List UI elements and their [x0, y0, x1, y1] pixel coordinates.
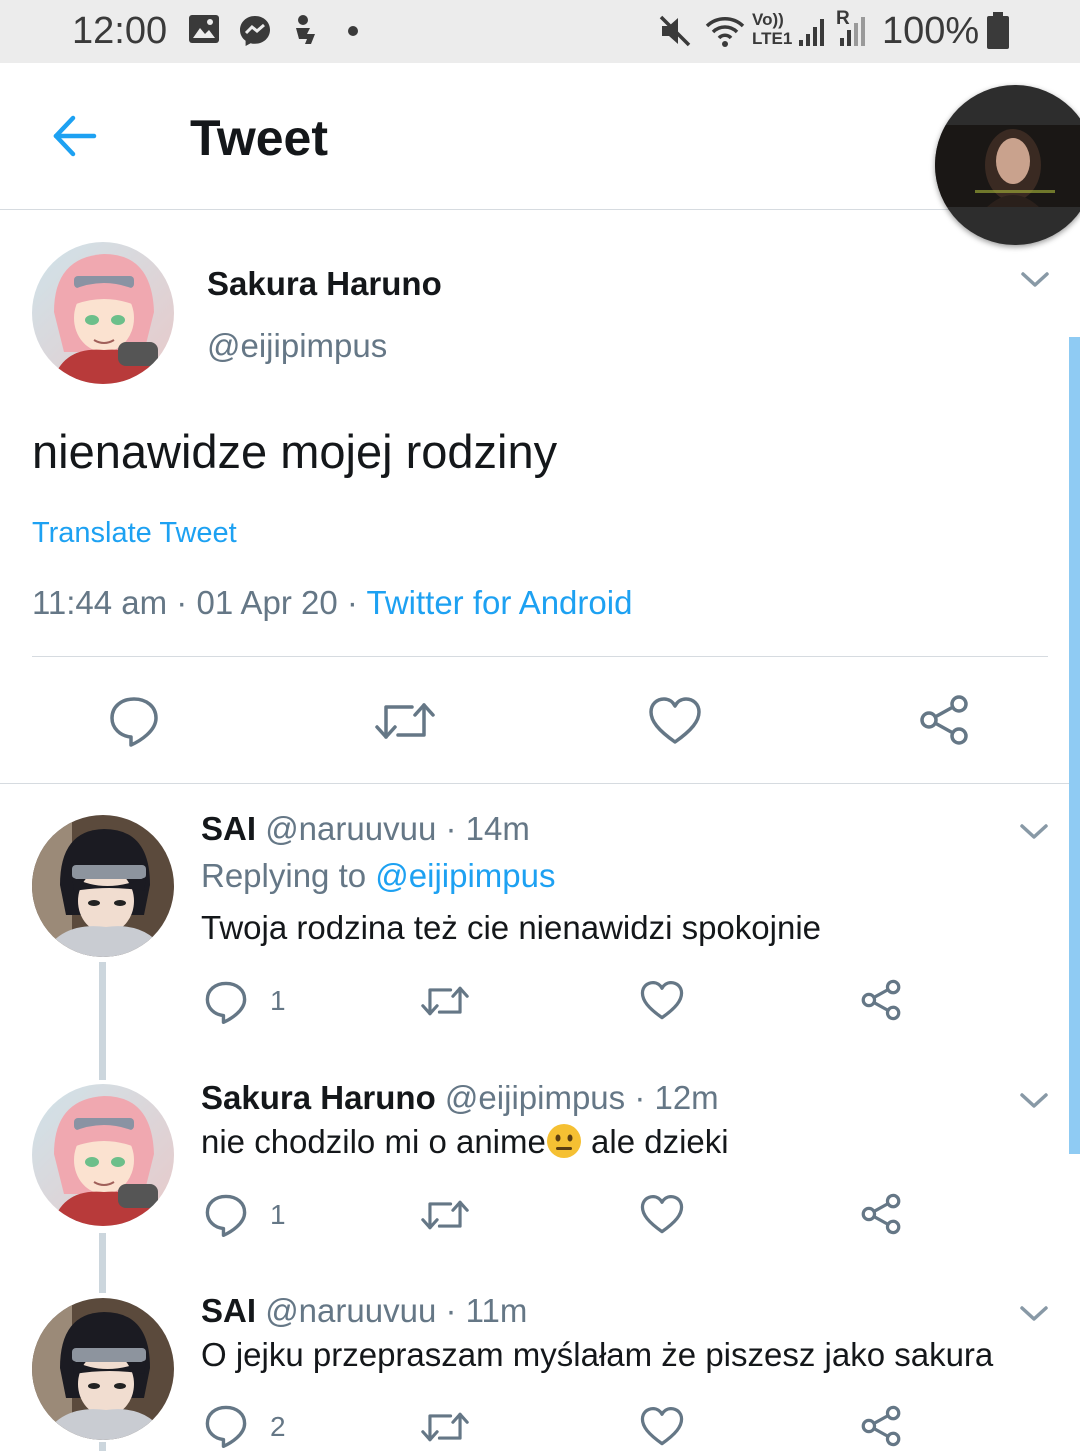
reply-count: 1: [270, 985, 286, 1016]
reply-button[interactable]: [108, 695, 160, 752]
video-thumbnail: [935, 125, 1080, 207]
sakura-avatar-image: [32, 242, 174, 384]
reply-header: SAI @naruuvuu · 11m: [201, 1292, 527, 1330]
share-button[interactable]: [918, 694, 970, 751]
dot-icon: [347, 24, 359, 42]
retweet-button[interactable]: [420, 982, 470, 1025]
share-icon: [861, 979, 901, 1021]
reply-author-name[interactable]: SAI: [201, 810, 256, 847]
retweet-button[interactable]: [374, 697, 436, 750]
video-call-bubble[interactable]: [935, 85, 1080, 245]
like-button[interactable]: [640, 1406, 684, 1452]
avatar[interactable]: [32, 1298, 174, 1440]
reply-icon: [205, 981, 247, 1024]
page-title: Tweet: [190, 110, 328, 166]
arrow-left-icon: [53, 115, 97, 157]
reply-count: 1: [270, 1199, 286, 1230]
chevron-down-icon: [1020, 1306, 1048, 1321]
reply-options-button[interactable]: [1019, 1304, 1049, 1329]
divider: [32, 656, 1048, 657]
reply-options-button[interactable]: [1019, 822, 1049, 847]
reply-header: Sakura Haruno @eijipimpus · 12m: [201, 1079, 719, 1117]
battery-percent: 100%: [882, 10, 980, 52]
tweet-text: nienawidze mojej rodziny: [32, 425, 558, 478]
messenger-icon: [238, 14, 272, 53]
reply-author-name[interactable]: SAI: [201, 1292, 256, 1329]
neutral-face-emoji-icon: [546, 1123, 582, 1167]
scrollbar[interactable]: [1069, 337, 1080, 1154]
like-button[interactable]: [640, 980, 684, 1026]
share-icon: [861, 1405, 901, 1447]
reply-count: 2: [270, 1411, 286, 1442]
avatar[interactable]: [32, 1084, 174, 1226]
back-button[interactable]: [52, 113, 98, 164]
heart-icon: [640, 1406, 684, 1446]
chevron-down-icon: [1020, 1093, 1048, 1108]
reply-options-button[interactable]: [1019, 1091, 1049, 1116]
notification-app-icon: [290, 14, 320, 51]
tweet-source-link[interactable]: Twitter for Android: [366, 584, 632, 621]
reply-button[interactable]: [204, 1404, 248, 1453]
network-label: Vo)) LTE1: [752, 10, 793, 48]
thread-line: [99, 1442, 106, 1451]
wifi-icon: [704, 14, 746, 53]
avatar[interactable]: [32, 242, 174, 384]
share-button[interactable]: [860, 1405, 902, 1452]
share-icon: [920, 695, 968, 745]
sai-avatar-image: [32, 815, 174, 957]
reply-icon: [110, 697, 158, 747]
thread-line: [99, 1233, 106, 1293]
reply-meta: @eijipimpus · 12m: [444, 1079, 719, 1116]
sakura-avatar-image: [32, 1084, 174, 1226]
reply-header: SAI @naruuvuu · 14m: [201, 810, 530, 848]
signal-icon: [797, 14, 829, 53]
reply-text: nie chodzilo mi o anime ale dzieki: [201, 1123, 729, 1167]
retweet-icon: [421, 1200, 469, 1230]
reply-icon: [205, 1405, 247, 1448]
status-time: 12:00: [72, 10, 168, 52]
reply-button[interactable]: [204, 1193, 248, 1242]
tweet-timestamp: 11:44 am · 01 Apr 20 · Twitter for Andro…: [32, 584, 633, 621]
thread-line: [99, 962, 106, 1080]
translate-tweet-link[interactable]: Translate Tweet: [32, 517, 237, 550]
retweet-button[interactable]: [420, 1196, 470, 1239]
reply-meta: @naruuvuu · 11m: [265, 1292, 528, 1329]
gallery-icon: [188, 14, 220, 49]
share-button[interactable]: [860, 1193, 902, 1240]
replying-to-handle[interactable]: @eijipimpus: [375, 857, 555, 894]
replying-to: Replying to @eijipimpus: [201, 857, 556, 894]
retweet-button[interactable]: [420, 1408, 470, 1451]
chevron-down-icon: [1020, 824, 1048, 839]
status-bar: 12:00 Vo)) LTE1 R 100%: [0, 0, 1080, 63]
retweet-icon: [421, 1412, 469, 1442]
tweet-options-button[interactable]: [1020, 270, 1050, 295]
reply-button[interactable]: [204, 980, 248, 1029]
battery-icon: [986, 12, 1010, 55]
heart-icon: [640, 1194, 684, 1234]
reply-text: O jejku przepraszam myślałam że piszesz …: [201, 1336, 994, 1373]
retweet-icon: [375, 703, 435, 739]
chevron-down-icon: [1021, 272, 1049, 287]
heart-icon: [649, 697, 701, 744]
retweet-icon: [421, 986, 469, 1016]
reply-meta: @naruuvuu · 14m: [265, 810, 530, 847]
reply-icon: [205, 1194, 247, 1237]
author-name[interactable]: Sakura Haruno: [207, 265, 442, 303]
reply-text: Twoja rodzina też cie nienawidzi spokojn…: [201, 909, 822, 946]
avatar[interactable]: [32, 815, 174, 957]
like-button[interactable]: [640, 1194, 684, 1240]
signal-roaming-icon: [836, 14, 868, 53]
reply-author-name[interactable]: Sakura Haruno: [201, 1079, 436, 1116]
like-button[interactable]: [648, 696, 702, 751]
divider: [0, 783, 1069, 784]
share-icon: [861, 1193, 901, 1235]
author-handle[interactable]: @eijipimpus: [207, 327, 387, 365]
mute-icon: [658, 14, 692, 53]
top-app-bar: Tweet: [0, 63, 1080, 210]
heart-icon: [640, 980, 684, 1020]
share-button[interactable]: [860, 979, 902, 1026]
sai-avatar-image: [32, 1298, 174, 1440]
